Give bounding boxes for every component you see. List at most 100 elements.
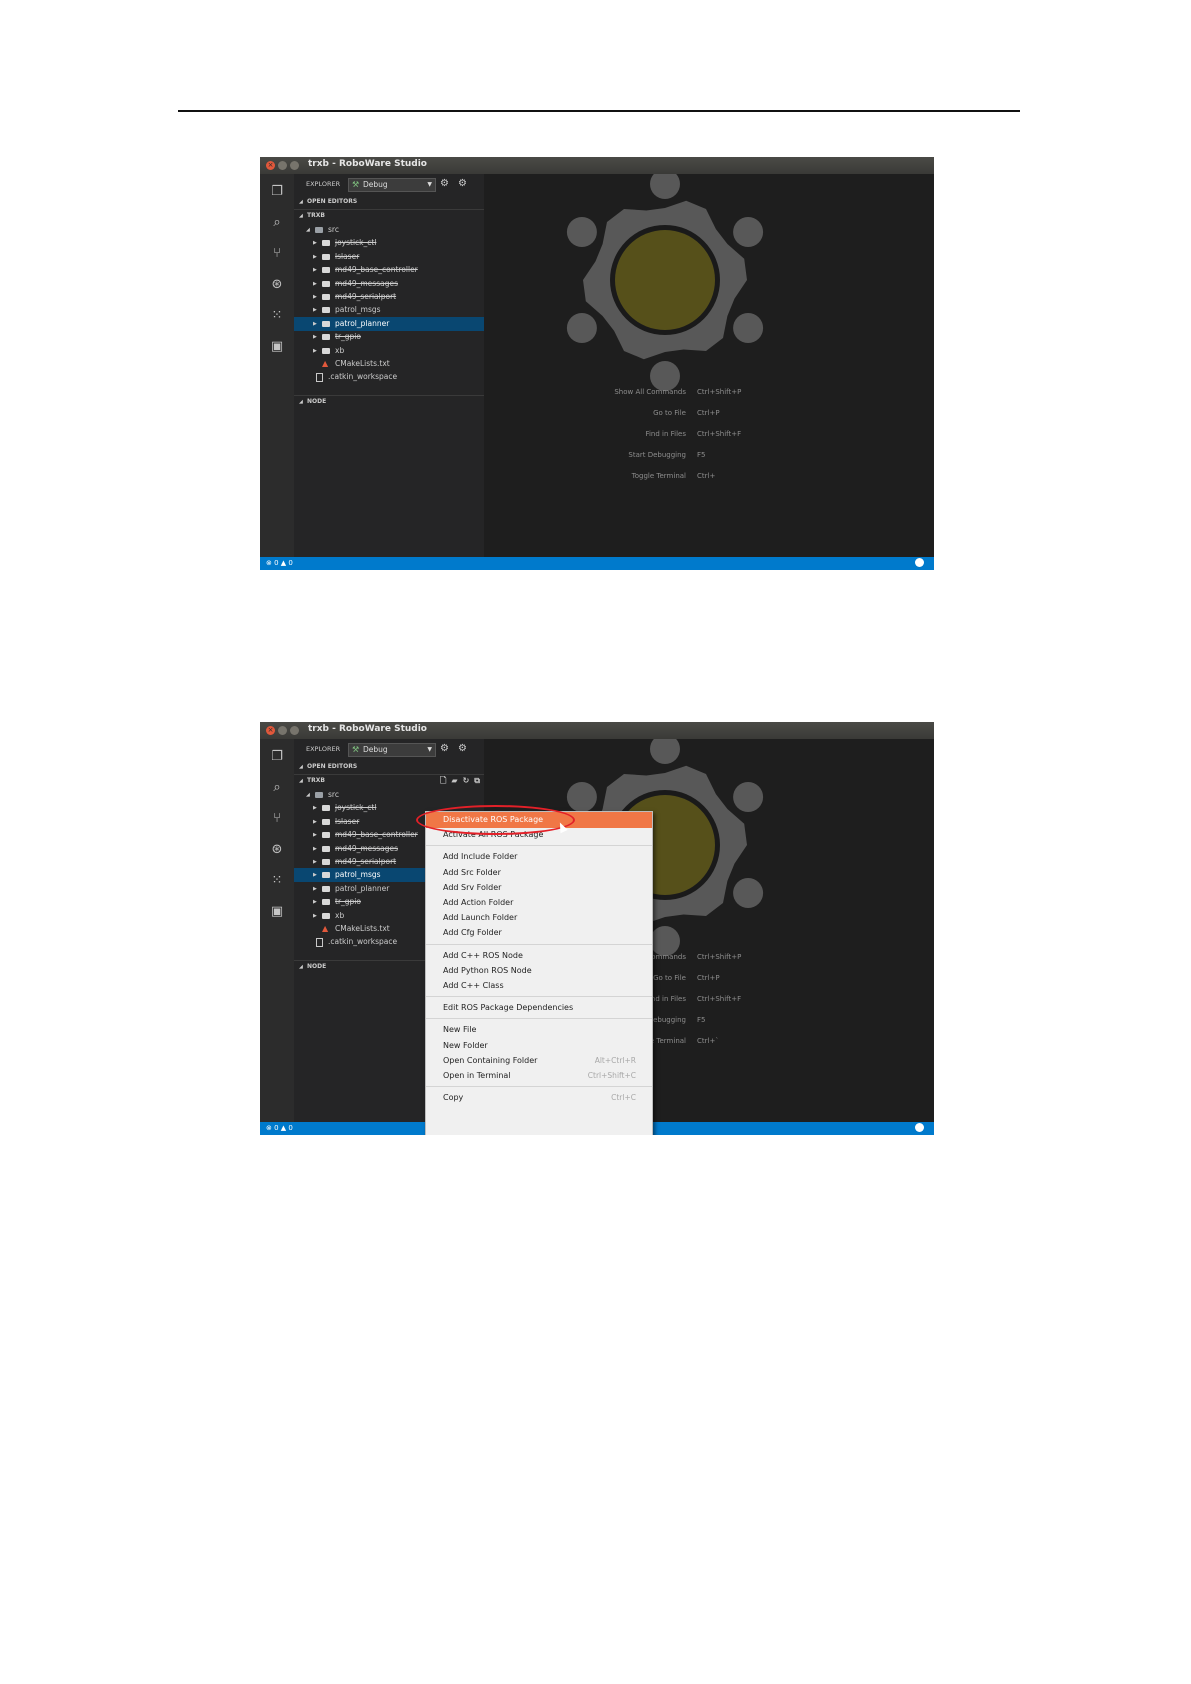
- tree-package-md49-messages[interactable]: ▶ md49_messages: [294, 277, 484, 291]
- package-folder-icon: [322, 912, 330, 919]
- menu-separator: [426, 1086, 652, 1088]
- collapsed-icon: ▶: [313, 859, 317, 865]
- node-section-header[interactable]: ◢ NODE: [294, 394, 484, 408]
- new-folder-icon[interactable]: ▰: [451, 776, 457, 785]
- collapsed-icon: ▶: [313, 845, 317, 852]
- tree-folder-src[interactable]: ◢ src: [294, 788, 484, 802]
- window-close-button[interactable]: ×: [266, 726, 275, 735]
- build-config-select[interactable]: ⚒ Debug ▼: [348, 743, 436, 757]
- debug-icon[interactable]: ⊛: [269, 277, 285, 293]
- menu-item-new-folder[interactable]: New Folder: [426, 1038, 652, 1054]
- package-folder-icon: [322, 899, 330, 906]
- open-editors-header[interactable]: ◢ OPEN EDITORS: [294, 761, 484, 773]
- package-folder-icon: [322, 294, 330, 300]
- cmake-icon: ▲: [322, 359, 329, 368]
- tree-package-md49-base-controller[interactable]: ▶ md49_base_controller: [294, 263, 484, 277]
- tree-item-label: .catkin_workspace: [328, 372, 398, 382]
- menu-item-open-containing-folder[interactable]: Open Containing Folder Alt+Ctrl+R: [426, 1053, 652, 1069]
- feedback-smiley-icon[interactable]: [915, 1123, 924, 1132]
- menu-item-add-include-folder[interactable]: Add Include Folder: [426, 849, 652, 865]
- menu-item-add-python-ros-node[interactable]: Add Python ROS Node: [426, 963, 652, 979]
- open-editors-header[interactable]: ◢ OPEN EDITORS: [294, 196, 484, 208]
- menu-separator: [426, 1018, 652, 1020]
- tree-package-xb[interactable]: ▶ xb: [294, 344, 484, 358]
- logo-center-disc: [615, 230, 715, 330]
- explorer-icon[interactable]: ❐: [269, 749, 285, 765]
- refresh-icon[interactable]: ↻: [463, 776, 470, 785]
- new-file-icon[interactable]: 🗋: [440, 776, 446, 785]
- tree-item-label: md49_messages: [335, 278, 398, 288]
- menu-item-label: Open in Terminal: [443, 1071, 511, 1080]
- menu-item-label: Add C++ ROS Node: [443, 950, 523, 960]
- logo-outer-node: [733, 782, 764, 812]
- tree-item-label: md49_base_controller: [335, 265, 418, 275]
- ros-icon[interactable]: ▣: [269, 904, 285, 920]
- window-minimize-button[interactable]: [278, 161, 287, 170]
- build-settings-icon[interactable]: ⚙: [440, 743, 449, 755]
- package-folder-icon: [322, 253, 330, 260]
- debug-icon[interactable]: ⊛: [269, 842, 285, 858]
- tree-item-label: joystick_ctl: [335, 803, 377, 813]
- window-title: trxb - RoboWare Studio: [308, 159, 427, 169]
- collapsed-icon: ▶: [313, 872, 317, 879]
- menu-item-add-action-folder[interactable]: Add Action Folder: [426, 895, 652, 911]
- build-config-select[interactable]: ⚒ Debug ▼: [348, 178, 436, 192]
- tree-file-cmakelists[interactable]: ▲ CMakeLists.txt: [294, 357, 484, 371]
- debug-settings-icon[interactable]: ⚙: [458, 178, 467, 190]
- logo-outer-node: [650, 174, 680, 199]
- window-close-button[interactable]: ×: [266, 161, 275, 170]
- menu-item-add-c-ros-node[interactable]: Add C++ ROS Node: [426, 948, 652, 964]
- menu-item-new-file[interactable]: New File: [426, 1022, 652, 1038]
- search-icon[interactable]: ⌕: [269, 780, 285, 796]
- tree-package-patrol-planner[interactable]: ▶ patrol_planner: [294, 316, 484, 331]
- menu-item-copy[interactable]: Copy Ctrl+C: [426, 1090, 652, 1106]
- package-folder-icon: [322, 280, 330, 287]
- logo-outer-node: [733, 313, 764, 343]
- tree-file-catkin-workspace[interactable]: .catkin_workspace: [294, 370, 484, 384]
- menu-item-add-srv-folder[interactable]: Add Srv Folder: [426, 880, 652, 896]
- collapse-icon: ◢: [299, 764, 303, 770]
- menu-item-add-launch-folder[interactable]: Add Launch Folder: [426, 910, 652, 926]
- explorer-icon[interactable]: ❐: [269, 184, 285, 200]
- problems-indicator[interactable]: ⊗ 0 ▲ 0: [266, 557, 293, 570]
- source-control-icon[interactable]: ⑂: [269, 246, 285, 262]
- menu-item-open-in-terminal[interactable]: Open in Terminal Ctrl+Shift+C: [426, 1068, 652, 1084]
- extensions-icon[interactable]: ⁙: [269, 308, 285, 324]
- explorer-header: EXPLORER ⚒ Debug ▼ ⚙ ⚙: [294, 739, 484, 759]
- tree-package-tr-gpio[interactable]: ▶ tr_gpio: [294, 330, 484, 344]
- tree-package-joystick-ctl[interactable]: ▶ joystick_ctl: [294, 236, 484, 250]
- window-maximize-button[interactable]: [290, 161, 299, 170]
- menu-item-edit-ros-package-dependencies[interactable]: Edit ROS Package Dependencies: [426, 1000, 652, 1016]
- extensions-icon[interactable]: ⁙: [269, 873, 285, 889]
- feedback-smiley-icon[interactable]: [915, 558, 924, 567]
- tree-folder-src[interactable]: ◢ src: [294, 223, 484, 237]
- source-control-icon[interactable]: ⑂: [269, 811, 285, 827]
- window-minimize-button[interactable]: [278, 726, 287, 735]
- shortcut-key: F5: [697, 1016, 706, 1024]
- tree-item-label: patrol_msgs: [335, 305, 381, 315]
- shortcut-name: Show All Commands: [614, 388, 686, 396]
- build-settings-icon[interactable]: ⚙: [440, 178, 449, 190]
- dropdown-arrow-icon: ▼: [427, 746, 432, 753]
- tree-package-md49-serialport[interactable]: ▶ md49_serialport: [294, 290, 484, 304]
- window-maximize-button[interactable]: [290, 726, 299, 735]
- menu-item-add-c-class[interactable]: Add C++ Class: [426, 978, 652, 994]
- hammer-icon: ⚒: [352, 180, 360, 189]
- search-icon[interactable]: ⌕: [269, 215, 285, 231]
- collapse-all-icon[interactable]: ⧉: [474, 776, 480, 785]
- collapsed-icon: ▶: [313, 805, 317, 812]
- tree-package-patrol-msgs[interactable]: ▶ patrol_msgs: [294, 303, 484, 317]
- logo-outer-node: [566, 782, 597, 812]
- debug-settings-icon[interactable]: ⚙: [458, 743, 467, 755]
- menu-item-add-src-folder[interactable]: Add Src Folder: [426, 865, 652, 881]
- project-header[interactable]: ◢ TRXB 🗋 ▰ ↻ ⧉: [294, 774, 484, 787]
- menu-item-label: Add C++ Class: [443, 981, 504, 990]
- ros-icon[interactable]: ▣: [269, 339, 285, 355]
- collapsed-icon: ▶: [313, 347, 317, 354]
- tree-package-lslaser[interactable]: ▶ lslaser: [294, 250, 484, 264]
- problems-indicator[interactable]: ⊗ 0 ▲ 0: [266, 1122, 293, 1135]
- package-folder-icon: [322, 347, 330, 354]
- menu-item-add-cfg-folder[interactable]: Add Cfg Folder: [426, 925, 652, 941]
- shortcut-key: Ctrl+Shift+F: [697, 430, 742, 438]
- project-header[interactable]: ◢ TRXB: [294, 209, 484, 222]
